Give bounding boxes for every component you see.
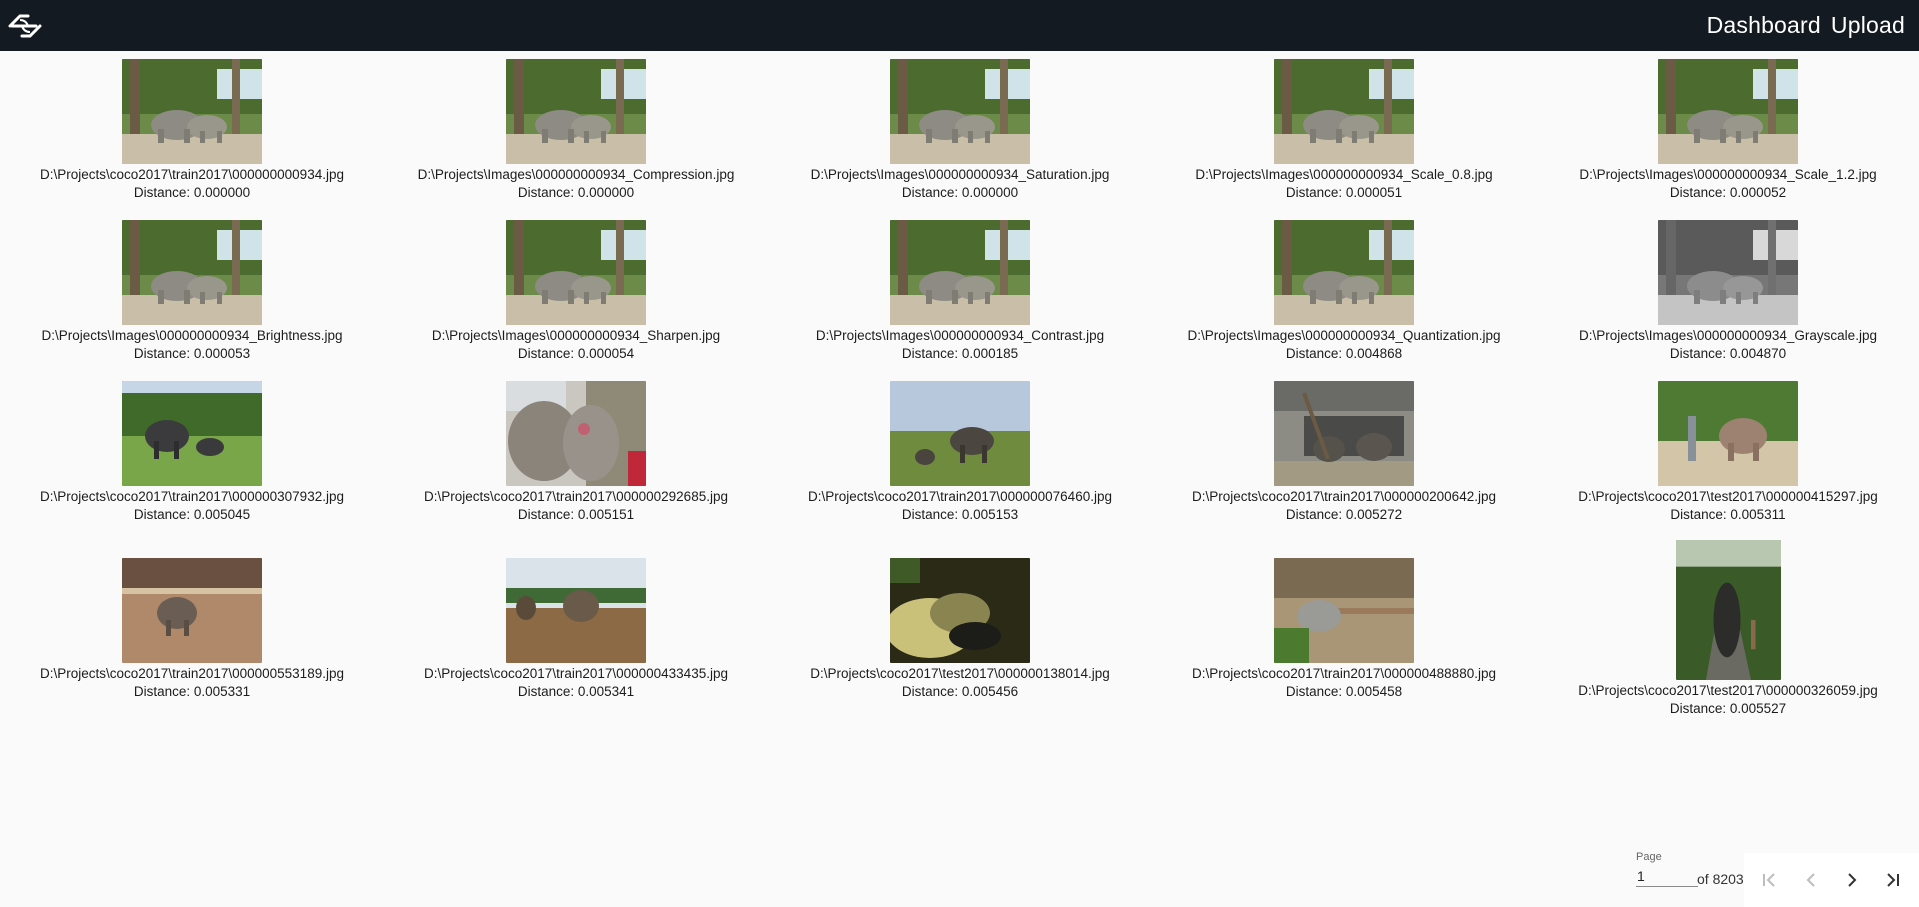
- last-page-button[interactable]: [1876, 861, 1910, 899]
- result-distance: Distance: 0.005153: [901, 507, 1019, 522]
- result-thumbnail[interactable]: [122, 381, 262, 486]
- result-distance: Distance: 0.005341: [517, 684, 635, 699]
- result-thumbnail[interactable]: [122, 558, 262, 663]
- result-filename: D:\Projects\Images\000000000934_Saturati…: [810, 167, 1110, 182]
- result-card: D:\Projects\coco2017\test2017\0000004152…: [1536, 381, 1919, 524]
- page-number-input[interactable]: [1636, 866, 1698, 887]
- result-thumbnail[interactable]: [890, 381, 1030, 486]
- result-card: D:\Projects\Images\000000000934_Sharpen.…: [384, 220, 768, 363]
- result-thumbnail[interactable]: [890, 558, 1030, 663]
- nav-dashboard-link[interactable]: Dashboard: [1707, 12, 1821, 39]
- result-thumbnail[interactable]: [1274, 59, 1414, 164]
- result-distance: Distance: 0.005456: [901, 684, 1019, 699]
- result-card: D:\Projects\Images\000000000934_Compress…: [384, 59, 768, 202]
- result-filename: D:\Projects\Images\000000000934_Scale_0.…: [1195, 167, 1493, 182]
- result-distance: Distance: 0.000000: [133, 185, 251, 200]
- result-thumbnail[interactable]: [506, 558, 646, 663]
- first-page-icon: [1763, 873, 1775, 887]
- result-thumbnail[interactable]: [1274, 558, 1414, 663]
- nav-upload-link[interactable]: Upload: [1831, 12, 1905, 39]
- next-page-icon: [1848, 873, 1857, 887]
- result-filename: D:\Projects\coco2017\train2017\000000200…: [1192, 489, 1496, 504]
- result-card: D:\Projects\coco2017\test2017\0000003260…: [1536, 540, 1919, 718]
- result-thumbnail[interactable]: [1658, 220, 1798, 325]
- result-thumbnail[interactable]: [506, 59, 646, 164]
- result-filename: D:\Projects\coco2017\train2017\000000553…: [40, 666, 344, 681]
- result-filename: D:\Projects\Images\000000000934_Brightne…: [41, 328, 343, 343]
- result-filename: D:\Projects\Images\000000000934_Quantiza…: [1187, 328, 1501, 343]
- result-card: D:\Projects\coco2017\train2017\000000000…: [0, 59, 384, 202]
- result-filename: D:\Projects\coco2017\test2017\0000001380…: [810, 666, 1110, 681]
- result-distance: Distance: 0.005311: [1670, 507, 1786, 522]
- result-distance: Distance: 0.000185: [901, 346, 1019, 361]
- top-nav: Dashboard Upload: [1707, 12, 1905, 39]
- result-distance: Distance: 0.005527: [1669, 701, 1787, 716]
- result-card: D:\Projects\coco2017\train2017\000000553…: [0, 558, 384, 701]
- last-page-icon: [1887, 873, 1899, 887]
- result-distance: Distance: 0.004868: [1285, 346, 1403, 361]
- result-card: D:\Projects\Images\000000000934_Quantiza…: [1152, 220, 1536, 363]
- first-page-button[interactable]: [1752, 861, 1786, 899]
- result-card: D:\Projects\coco2017\train2017\000000307…: [0, 381, 384, 524]
- result-filename: D:\Projects\Images\000000000934_Sharpen.…: [431, 328, 721, 343]
- result-thumbnail[interactable]: [1658, 381, 1798, 486]
- result-filename: D:\Projects\coco2017\train2017\000000076…: [808, 489, 1112, 504]
- result-thumbnail[interactable]: [1658, 59, 1798, 164]
- page-label: Page: [1636, 851, 1662, 863]
- result-distance: Distance: 0.000052: [1669, 185, 1787, 200]
- result-thumbnail[interactable]: [122, 59, 262, 164]
- result-card: D:\Projects\coco2017\train2017\000000488…: [1152, 558, 1536, 701]
- result-filename: D:\Projects\coco2017\train2017\000000292…: [424, 489, 728, 504]
- result-distance: Distance: 0.004870: [1669, 346, 1787, 361]
- result-card: D:\Projects\Images\000000000934_Grayscal…: [1536, 220, 1919, 363]
- result-card: D:\Projects\coco2017\train2017\000000200…: [1152, 381, 1536, 524]
- result-distance: Distance: 0.000053: [133, 346, 251, 361]
- result-distance: Distance: 0.005331: [133, 684, 251, 699]
- result-filename: D:\Projects\Images\000000000934_Grayscal…: [1579, 328, 1877, 343]
- result-thumbnail[interactable]: [1274, 220, 1414, 325]
- result-card: D:\Projects\coco2017\train2017\000000292…: [384, 381, 768, 524]
- result-card: D:\Projects\Images\000000000934_Saturati…: [768, 59, 1152, 202]
- result-filename: D:\Projects\Images\000000000934_Contrast…: [815, 328, 1105, 343]
- result-distance: Distance: 0.000054: [517, 346, 635, 361]
- result-filename: D:\Projects\coco2017\test2017\0000003260…: [1578, 683, 1878, 698]
- previous-page-button[interactable]: [1794, 861, 1828, 899]
- result-thumbnail[interactable]: [890, 220, 1030, 325]
- result-card: D:\Projects\coco2017\train2017\000000433…: [384, 558, 768, 701]
- result-distance: Distance: 0.000000: [901, 185, 1019, 200]
- result-card: D:\Projects\coco2017\train2017\000000076…: [768, 381, 1152, 524]
- result-card: D:\Projects\coco2017\test2017\0000001380…: [768, 558, 1152, 701]
- page-total: of 8203: [1697, 871, 1744, 887]
- result-filename: D:\Projects\Images\000000000934_Compress…: [417, 167, 735, 182]
- result-thumbnail[interactable]: [122, 220, 262, 325]
- result-card: D:\Projects\Images\000000000934_Brightne…: [0, 220, 384, 363]
- result-filename: D:\Projects\coco2017\train2017\000000433…: [424, 666, 728, 681]
- result-distance: Distance: 0.005045: [133, 507, 251, 522]
- previous-page-icon: [1806, 873, 1815, 887]
- result-filename: D:\Projects\coco2017\test2017\0000004152…: [1578, 489, 1878, 504]
- result-distance: Distance: 0.005458: [1285, 684, 1403, 699]
- result-filename: D:\Projects\coco2017\train2017\000000000…: [40, 167, 344, 182]
- result-card: D:\Projects\Images\000000000934_Scale_0.…: [1152, 59, 1536, 202]
- result-thumbnail[interactable]: [890, 59, 1030, 164]
- result-distance: Distance: 0.005151: [517, 507, 635, 522]
- result-filename: D:\Projects\coco2017\train2017\000000488…: [1192, 666, 1496, 681]
- result-card: D:\Projects\Images\000000000934_Contrast…: [768, 220, 1152, 363]
- result-filename: D:\Projects\Images\000000000934_Scale_1.…: [1579, 167, 1877, 182]
- result-thumbnail[interactable]: [506, 381, 646, 486]
- result-filename: D:\Projects\coco2017\train2017\000000307…: [40, 489, 344, 504]
- result-distance: Distance: 0.000051: [1285, 185, 1403, 200]
- result-distance: Distance: 0.000000: [517, 185, 635, 200]
- top-bar: Dashboard Upload: [0, 0, 1919, 51]
- logo-icon[interactable]: [4, 5, 46, 47]
- result-thumbnail[interactable]: [506, 220, 646, 325]
- result-card: D:\Projects\Images\000000000934_Scale_1.…: [1536, 59, 1919, 202]
- result-thumbnail[interactable]: [1274, 381, 1414, 486]
- result-distance: Distance: 0.005272: [1285, 507, 1403, 522]
- result-thumbnail[interactable]: [1675, 540, 1781, 680]
- next-page-button[interactable]: [1835, 861, 1869, 899]
